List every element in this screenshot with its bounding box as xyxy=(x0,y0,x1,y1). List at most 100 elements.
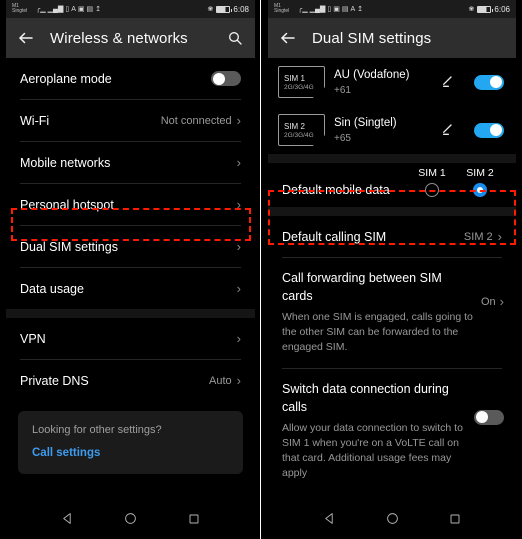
list-item-label: VPN xyxy=(20,331,46,346)
upload-icon: ↥ xyxy=(95,6,101,13)
signal-bars-icon-1: ╭▁ xyxy=(298,6,308,13)
item-title: Call forwarding between SIM cards xyxy=(282,271,442,303)
list-item-label: Wi-Fi xyxy=(20,113,50,128)
carrier-label: M1 Singtel xyxy=(12,2,28,14)
bluetooth-icon: ❀ xyxy=(468,6,475,13)
chevron-right-icon: › xyxy=(236,197,241,212)
radio-column-headers: SIM 1 SIM 2 xyxy=(282,167,504,179)
signal-bars-icon-1: ╭▁ xyxy=(36,6,46,13)
status-bar: M1 Singtel ╭▁ ▁▄▇ ▯ A ▣ ▤ ↥ ❀ 6:08 xyxy=(6,0,255,18)
vibrate-icon: ▣ xyxy=(77,6,85,13)
item-status: On › xyxy=(481,269,504,308)
sim-row-1[interactable]: SIM 1 2G/3G/4G AU (Vodafone) +61 xyxy=(268,58,516,106)
chevron-right-icon: › xyxy=(236,281,241,296)
back-arrow-icon[interactable] xyxy=(278,28,298,48)
app-bar: Dual SIM settings xyxy=(268,18,516,58)
list-item-data-usage[interactable]: Data usage › xyxy=(6,268,255,309)
other-settings-card-wrapper: Looking for other settings? Call setting… xyxy=(6,401,255,484)
list-item-dual-sim-settings[interactable]: Dual SIM settings › xyxy=(6,226,255,267)
carrier-label: M1 Singtel xyxy=(274,2,290,14)
item-title: Switch data connection during calls xyxy=(282,381,449,414)
list-item-mobile-networks[interactable]: Mobile networks › xyxy=(6,142,255,183)
vibrate-icon: ▣ xyxy=(333,6,340,13)
list-item-vpn[interactable]: VPN › xyxy=(6,318,255,359)
radio-sim2[interactable] xyxy=(473,183,487,197)
search-icon[interactable] xyxy=(225,28,245,48)
right-phone-panel: M1 Singtel ╭▁ ▁▄▇ ▯ ▣ ▤ A ↥ ❀ 6:06 Dual … xyxy=(261,0,522,539)
sim-operator: Sin (Singtel) xyxy=(334,116,397,129)
list-item-label: Aeroplane mode xyxy=(20,71,112,86)
back-nav-icon[interactable] xyxy=(61,512,74,530)
edit-icon[interactable] xyxy=(441,73,459,91)
alarm-icon: A xyxy=(350,5,356,13)
navigation-bar xyxy=(268,503,516,539)
chevron-right-icon: › xyxy=(236,113,241,128)
back-arrow-icon[interactable] xyxy=(16,28,36,48)
sim-card-icon-2: SIM 2 2G/3G/4G xyxy=(278,114,325,146)
list-item-private-dns[interactable]: Private DNS Auto › xyxy=(6,360,255,401)
status-bar: M1 Singtel ╭▁ ▁▄▇ ▯ ▣ ▤ A ↥ ❀ 6:06 xyxy=(268,0,516,18)
sim-card-icon-1: SIM 1 2G/3G/4G xyxy=(278,66,325,98)
settings-list: Aeroplane mode Wi-Fi Not connected › Mob… xyxy=(6,58,255,484)
list-item-personal-hotspot[interactable]: Personal hotspot › xyxy=(6,184,255,225)
list-item-label: Private DNS xyxy=(20,373,89,388)
status-bar-right: ❀ 6:08 xyxy=(208,5,249,14)
list-item-default-calling-sim[interactable]: Default calling SIM SIM 2 › xyxy=(268,216,516,257)
dual-phone-screenshot: M1 Singtel ╭▁ ▁▄▇ ▯ A ▣ ▤ ↥ ❀ 6:08 Wirel… xyxy=(0,0,522,539)
status-icons: ╭▁ ▁▄▇ ▯ ▣ ▤ A ↥ xyxy=(298,5,363,14)
radio-sim1[interactable] xyxy=(425,183,439,197)
sim-number: +61 xyxy=(334,84,351,96)
section-gap xyxy=(268,154,516,163)
chevron-right-icon: › xyxy=(497,229,502,244)
list-item-label: Default calling SIM xyxy=(282,229,387,244)
aeroplane-mode-toggle[interactable] xyxy=(211,71,241,86)
home-nav-icon[interactable] xyxy=(386,512,399,530)
chevron-right-icon: › xyxy=(236,239,241,254)
item-description: Allow your data connection to switch to … xyxy=(282,421,463,480)
app-bar: Wireless & networks xyxy=(6,18,255,58)
edit-icon[interactable] xyxy=(441,121,459,139)
sim-operator: AU (Vodafone) xyxy=(334,68,410,81)
sim-info-2: Sin (Singtel) +65 xyxy=(334,117,432,144)
default-mobile-data-row: Default mobile data xyxy=(282,183,504,197)
default-mobile-data-section: SIM 1 SIM 2 Default mobile data xyxy=(268,163,516,207)
sim-1-toggle[interactable] xyxy=(474,74,504,90)
battery-icon xyxy=(216,5,233,13)
sim-slot-label: SIM 1 xyxy=(284,73,305,83)
list-item-value: Not connected xyxy=(160,114,232,127)
recents-nav-icon[interactable] xyxy=(449,512,461,530)
list-item-switch-data-connection[interactable]: Switch data connection during calls Allo… xyxy=(268,369,516,494)
back-nav-icon[interactable] xyxy=(323,512,336,530)
default-mobile-data-label: Default mobile data xyxy=(282,183,390,197)
radio-group xyxy=(408,183,504,197)
status-clock: 6:08 xyxy=(233,4,249,14)
list-item-value: SIM 2 xyxy=(463,230,493,243)
signal-bars-icon-2: ▁▄▇ xyxy=(309,6,326,13)
section-gap xyxy=(6,309,255,318)
chevron-right-icon: › xyxy=(499,294,504,309)
list-item-wifi[interactable]: Wi-Fi Not connected › xyxy=(6,100,255,141)
chevron-right-icon: › xyxy=(236,155,241,170)
list-item-label: Data usage xyxy=(20,281,84,296)
sim-number: +65 xyxy=(334,132,351,144)
sim-card-icon: ▯ xyxy=(327,6,332,13)
call-forwarding-value: On xyxy=(480,295,496,308)
list-item-call-forwarding[interactable]: Call forwarding between SIM cards When o… xyxy=(268,258,516,368)
home-nav-icon[interactable] xyxy=(124,512,137,530)
sim-tech-label: 2G/3G/4G xyxy=(284,83,314,91)
item-description: When one SIM is engaged, calls going to … xyxy=(282,311,473,354)
dual-sim-list: SIM 1 2G/3G/4G AU (Vodafone) +61 SIM 2 2… xyxy=(268,58,516,494)
sim-2-toggle[interactable] xyxy=(474,122,504,138)
status-clock: 6:06 xyxy=(494,4,510,14)
sim-row-2[interactable]: SIM 2 2G/3G/4G Sin (Singtel) +65 xyxy=(268,106,516,154)
status-icons: ╭▁ ▁▄▇ ▯ A ▣ ▤ ↥ xyxy=(36,5,101,14)
call-settings-link[interactable]: Call settings xyxy=(32,447,229,459)
recents-nav-icon[interactable] xyxy=(188,512,200,530)
switch-data-toggle[interactable] xyxy=(474,409,504,425)
screenshot-icon: ▤ xyxy=(341,6,349,13)
list-item-aeroplane-mode[interactable]: Aeroplane mode xyxy=(6,58,255,99)
alarm-icon: A xyxy=(71,5,76,13)
battery-icon xyxy=(477,5,494,13)
upload-icon: ↥ xyxy=(357,6,363,13)
sim-card-icon: ▯ xyxy=(65,6,70,13)
